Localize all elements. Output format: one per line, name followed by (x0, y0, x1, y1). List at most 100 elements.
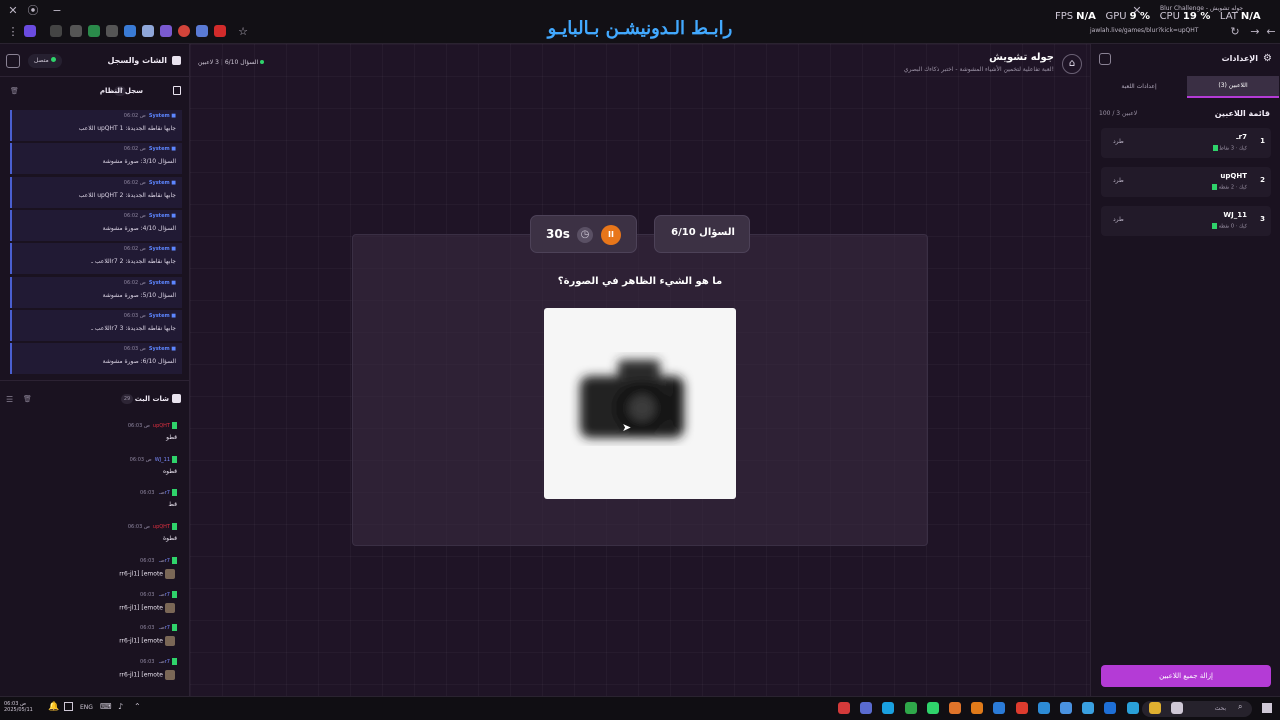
extension-icon[interactable] (24, 25, 36, 37)
perf-stats: FPS N/A GPU 9 % CPU 19 % LAT N/A (1055, 11, 1261, 22)
app-icon[interactable] (1060, 702, 1072, 714)
notification-icon[interactable]: 🔔 (48, 702, 59, 712)
app-icon[interactable] (1082, 702, 1095, 714)
app-icon[interactable] (860, 702, 873, 714)
log-meta: 06:02 ص System ■ (123, 113, 176, 119)
log-text: السؤال 5/10: صورة مشوشة (102, 291, 176, 299)
remove-all-players-button[interactable]: إزالة جميع اللاعبين (1101, 665, 1271, 687)
start-icon[interactable] (1262, 703, 1272, 713)
collapse-panel-icon[interactable] (6, 54, 20, 68)
chat-text: rr6-jl1] [emote (119, 568, 177, 579)
system-clock[interactable]: 06:03 ص 2025/05/11 (4, 701, 33, 713)
app-icon[interactable] (1171, 702, 1183, 714)
kick-badge-icon (172, 657, 177, 665)
log-meta: 06:03 ص System ■ (123, 346, 176, 353)
game-progress: السؤال 6/10 | 3 لاعبين (198, 59, 265, 66)
forward-icon[interactable]: → (1248, 25, 1262, 39)
log-text: السؤال 6/10: صورة مشوشة (102, 358, 176, 366)
extension-icon[interactable] (178, 25, 190, 37)
trash-icon[interactable]: 🗑 (10, 87, 19, 95)
chat-username[interactable]: WJ_11 (155, 457, 170, 463)
extension-icon[interactable] (160, 25, 172, 37)
close-icon[interactable]: ✕ (6, 4, 20, 18)
back-icon[interactable]: ← (1264, 25, 1278, 39)
log-meta: 06:03 ص System ■ (123, 312, 176, 319)
tab-game-settings[interactable]: إعدادات اللعبة (1093, 76, 1185, 98)
extension-icon[interactable] (106, 25, 118, 37)
menu-dots-icon[interactable]: ⋮ (6, 25, 20, 39)
log-meta: 06:02 ص System ■ (123, 212, 176, 219)
display-icon[interactable] (64, 702, 73, 711)
app-icon[interactable] (882, 702, 895, 714)
game-subtitle: لعبة تفاعلية لتخمين الأشياء المشوشة - اخ… (903, 66, 1054, 73)
settings-panel: ⚙ الإعدادات اللاعبين (3) إعدادات اللعبة … (1090, 44, 1280, 696)
extension-icon[interactable] (124, 25, 136, 37)
extension-icon[interactable] (196, 25, 208, 37)
log-meta: 06:02 ص System ■ (123, 146, 176, 153)
player-rank: 2 (1260, 176, 1265, 184)
collapse-panel-icon[interactable] (1099, 53, 1111, 65)
kick-badge-icon (1212, 145, 1218, 151)
kick-badge-icon (172, 455, 177, 463)
edge-icon[interactable] (1126, 702, 1139, 714)
chat-text: قطو (166, 434, 177, 441)
chat-meta: 06:03 ص WJ_11 (130, 455, 177, 463)
trash-icon[interactable]: 🗑 (23, 395, 32, 403)
extension-icon[interactable] (50, 25, 62, 37)
chat-username[interactable]: upQHT (153, 423, 170, 429)
chat-message: 06:03 صـr7 قط (17, 489, 177, 519)
star-icon[interactable]: ☆ (236, 25, 250, 39)
kick-badge-icon (172, 523, 177, 531)
tab-players[interactable]: اللاعبين (3) (1187, 76, 1279, 98)
question-number: السؤال 6/10 (671, 227, 735, 238)
emote-icon (165, 602, 175, 613)
app-icon[interactable] (971, 702, 984, 714)
xbox-icon[interactable] (904, 702, 917, 714)
app-icon[interactable] (838, 702, 850, 714)
app-icon[interactable] (1037, 702, 1050, 714)
search-icon: ⌕ (1238, 702, 1243, 711)
kick-player-button[interactable]: طرد (1113, 138, 1124, 145)
clock-icon: ◷ (577, 227, 593, 243)
kick-badge-icon (1212, 223, 1218, 229)
kick-badge-icon (172, 489, 177, 497)
kick-badge-icon (172, 590, 177, 598)
extension-icon[interactable] (88, 25, 100, 37)
chat-message: 06:03 ص WJ_11 قطوه (17, 455, 177, 486)
kick-player-button[interactable]: طرد (1113, 177, 1124, 184)
kick-badge-icon (172, 556, 177, 564)
emote-icon (165, 568, 175, 579)
pause-button[interactable]: II (601, 225, 621, 245)
folder-icon[interactable] (1148, 702, 1161, 714)
wifi-icon[interactable]: ⌨ (100, 702, 112, 711)
chat-username[interactable]: upQHT (153, 524, 170, 530)
players-count: 100 / 3 لاعبين (1099, 110, 1138, 117)
filter-icon[interactable]: ☰ (6, 395, 13, 404)
app-icon[interactable] (949, 702, 961, 714)
player-row: 2 upQHT كيك · 2 نقطة طرد (1101, 167, 1271, 197)
vscode-icon[interactable] (993, 702, 1006, 714)
log-meta: 06:02 ص System ■ (123, 279, 176, 286)
language-indicator[interactable]: ENG (80, 704, 93, 711)
minimize-icon[interactable]: − (50, 4, 64, 18)
player-score: كيك · 0 نقطة (1212, 223, 1247, 230)
reload-icon[interactable]: ↻ (1228, 25, 1242, 39)
log-text: اللاعب upQHT جابها نقاطه الجديدة: 2 (78, 191, 176, 199)
chat-meta: 06:03 صـr7 (140, 624, 177, 632)
app-icon[interactable] (1104, 702, 1117, 714)
chevron-up-icon[interactable]: ⌃ (134, 702, 141, 711)
address-bar[interactable]: jawlah.live/games/blur?kick=upQHT (1090, 27, 1198, 34)
app-icon[interactable] (926, 702, 939, 714)
divider (0, 76, 190, 77)
kick-player-button[interactable]: طرد (1113, 216, 1124, 223)
restore-icon[interactable]: ⦿ (26, 4, 40, 18)
kick-badge-icon (172, 624, 177, 632)
chat-meta: 06:03 صـr7 (140, 489, 177, 497)
home-icon[interactable]: ⌂ (1062, 54, 1082, 74)
extension-icon[interactable] (70, 25, 82, 37)
chrome-icon[interactable] (1015, 702, 1028, 714)
extension-icon[interactable] (214, 25, 226, 37)
extension-icon[interactable] (142, 25, 154, 37)
player-score: كيك · 2 نقطة (1212, 184, 1247, 191)
volume-icon[interactable]: ♪ (118, 702, 123, 711)
